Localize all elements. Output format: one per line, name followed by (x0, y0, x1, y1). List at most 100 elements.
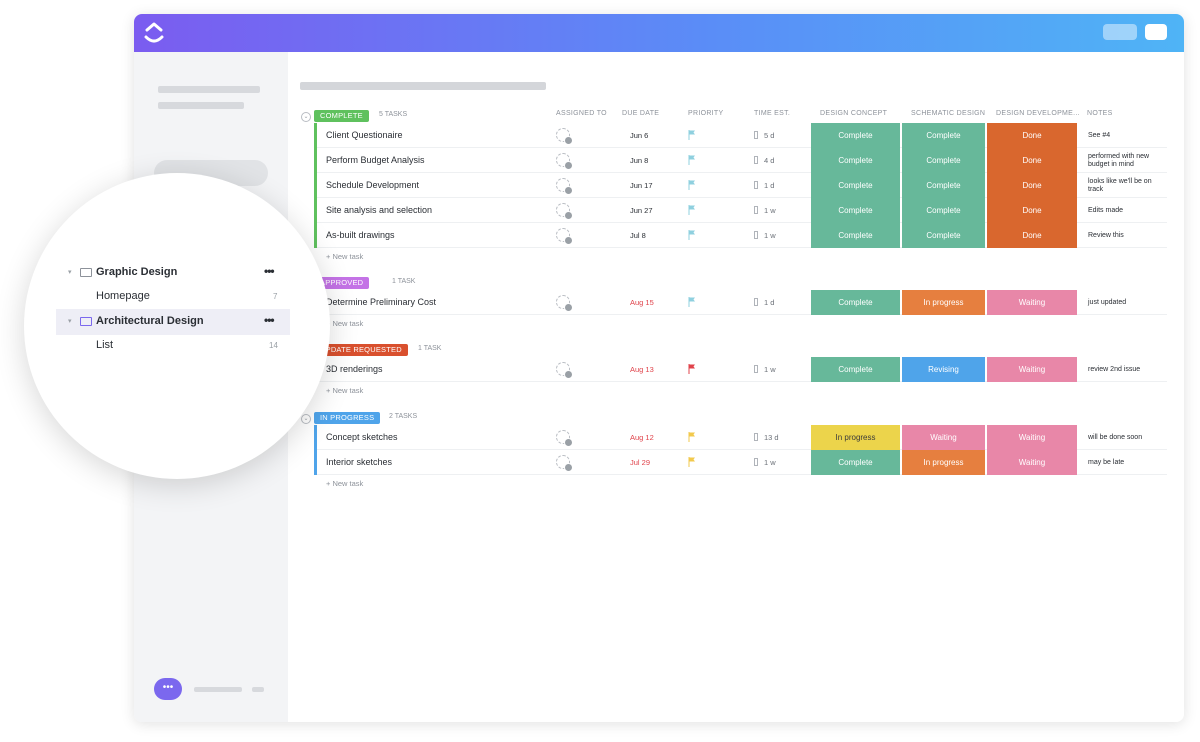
priority-flag-icon[interactable] (688, 457, 696, 467)
design-concept-status[interactable]: Complete (811, 173, 900, 198)
chevron-down-icon[interactable]: ▾ (68, 317, 72, 325)
due-date[interactable]: Jun 27 (630, 206, 653, 215)
task-name[interactable]: Concept sketches (326, 432, 398, 442)
task-row[interactable]: Interior sketches Jul 29 1 w Complete In pro… (314, 450, 1167, 475)
sidebar-list-item[interactable]: Homepage 7 (24, 284, 330, 310)
design-development-status[interactable]: Done (987, 198, 1077, 223)
schematic-design-status[interactable]: Complete (902, 223, 985, 248)
design-development-status[interactable]: Waiting (987, 290, 1077, 315)
assignee-avatar-icon[interactable] (556, 203, 573, 220)
task-note[interactable]: See #4 (1088, 127, 1168, 145)
priority-flag-icon[interactable] (688, 205, 696, 215)
chat-bubble-icon[interactable]: ••• (154, 678, 182, 700)
more-options-icon[interactable]: ••• (264, 264, 275, 278)
task-name[interactable]: Client Questionaire (326, 130, 403, 140)
assignee-avatar-icon[interactable] (556, 295, 573, 312)
task-row[interactable]: Concept sketches Aug 12 13 d In progress Wai… (314, 425, 1167, 450)
design-concept-status[interactable]: Complete (811, 148, 900, 173)
assignee-avatar-icon[interactable] (556, 362, 573, 379)
task-note[interactable]: performed with new budget in mind (1088, 152, 1168, 170)
priority-flag-icon[interactable] (688, 180, 696, 190)
assignee-avatar-icon[interactable] (556, 128, 573, 145)
priority-flag-icon[interactable] (688, 130, 696, 140)
task-note[interactable]: Edits made (1088, 202, 1168, 220)
time-estimate[interactable]: 1 d (754, 298, 774, 307)
task-row[interactable]: Determine Preliminary Cost Aug 15 1 d Compl… (314, 290, 1167, 315)
assignee-avatar-icon[interactable] (556, 178, 573, 195)
sidebar-folder[interactable]: ▾ Architectural Design ••• (56, 309, 290, 335)
new-task-button[interactable]: + New task (326, 252, 363, 261)
assignee-avatar-icon[interactable] (556, 430, 573, 447)
design-concept-status[interactable]: Complete (811, 450, 900, 475)
task-note[interactable]: will be done soon (1088, 429, 1168, 447)
design-concept-status[interactable]: Complete (811, 123, 900, 148)
due-date[interactable]: Aug 15 (630, 298, 654, 307)
priority-flag-icon[interactable] (688, 230, 696, 240)
priority-flag-icon[interactable] (688, 155, 696, 165)
schematic-design-status[interactable]: Complete (902, 123, 985, 148)
task-note[interactable]: Review this (1088, 227, 1168, 245)
design-development-status[interactable]: Done (987, 123, 1077, 148)
time-estimate[interactable]: 13 d (754, 433, 779, 442)
time-estimate[interactable]: 1 d (754, 181, 774, 190)
task-row[interactable]: 3D renderings Aug 13 1 w Complete Revising Wa… (314, 357, 1167, 382)
schematic-design-status[interactable]: Complete (902, 173, 985, 198)
task-note[interactable]: looks like we'll be on track (1088, 177, 1168, 195)
task-name[interactable]: Site analysis and selection (326, 205, 432, 215)
assignee-avatar-icon[interactable] (556, 153, 573, 170)
topbar-action-button[interactable] (1103, 24, 1137, 40)
schematic-design-status[interactable]: Waiting (902, 425, 985, 450)
task-row[interactable]: Site analysis and selection Jun 27 1 w Comp… (314, 198, 1167, 223)
time-estimate[interactable]: 1 w (754, 458, 776, 467)
design-concept-status[interactable]: Complete (811, 198, 900, 223)
collapse-icon[interactable]: ⌄ (301, 112, 311, 122)
sidebar-list-item[interactable]: List 14 (24, 333, 330, 359)
design-development-status[interactable]: Waiting (987, 425, 1077, 450)
due-date[interactable]: Jul 8 (630, 231, 646, 240)
schematic-design-status[interactable]: Complete (902, 198, 985, 223)
design-concept-status[interactable]: Complete (811, 223, 900, 248)
time-estimate[interactable]: 1 w (754, 231, 776, 240)
design-development-status[interactable]: Waiting (987, 450, 1077, 475)
task-row[interactable]: As-built drawings Jul 8 1 w Complete Complet… (314, 223, 1167, 248)
design-development-status[interactable]: Done (987, 173, 1077, 198)
more-options-icon[interactable]: ••• (264, 313, 275, 327)
schematic-design-status[interactable]: In progress (902, 290, 985, 315)
topbar-profile-button[interactable] (1145, 24, 1167, 40)
task-row[interactable]: Client Questionaire Jun 6 5 d Complete Compl… (314, 123, 1167, 148)
sidebar-folder[interactable]: ▾ Graphic Design ••• (24, 260, 330, 286)
task-row[interactable]: Perform Budget Analysis Jun 8 4 d Complete C… (314, 148, 1167, 173)
priority-flag-icon[interactable] (688, 297, 696, 307)
due-date[interactable]: Jun 6 (630, 131, 648, 140)
new-task-button[interactable]: + New task (326, 319, 363, 328)
due-date[interactable]: Jul 29 (630, 458, 650, 467)
time-estimate[interactable]: 1 w (754, 206, 776, 215)
task-name[interactable]: As-built drawings (326, 230, 395, 240)
group-status-badge[interactable]: COMPLETE (314, 110, 369, 122)
schematic-design-status[interactable]: Revising (902, 357, 985, 382)
task-note[interactable]: may be late (1088, 454, 1168, 472)
time-estimate[interactable]: 5 d (754, 131, 774, 140)
design-development-status[interactable]: Waiting (987, 357, 1077, 382)
clickup-logo-icon[interactable] (142, 20, 166, 46)
time-estimate[interactable]: 4 d (754, 156, 774, 165)
task-note[interactable]: review 2nd issue (1088, 361, 1168, 379)
chevron-down-icon[interactable]: ▾ (68, 268, 72, 276)
design-concept-status[interactable]: Complete (811, 290, 900, 315)
group-status-badge[interactable]: IN PROGRESS (314, 412, 381, 424)
assignee-avatar-icon[interactable] (556, 228, 573, 245)
priority-flag-icon[interactable] (688, 364, 696, 374)
new-task-button[interactable]: + New task (326, 386, 363, 395)
due-date[interactable]: Aug 12 (630, 433, 654, 442)
new-task-button[interactable]: + New task (326, 479, 363, 488)
schematic-design-status[interactable]: Complete (902, 148, 985, 173)
task-name[interactable]: Schedule Development (326, 180, 419, 190)
due-date[interactable]: Jun 17 (630, 181, 653, 190)
task-name[interactable]: Perform Budget Analysis (326, 155, 425, 165)
priority-flag-icon[interactable] (688, 432, 696, 442)
collapse-icon[interactable]: ⌄ (301, 414, 311, 424)
design-concept-status[interactable]: Complete (811, 357, 900, 382)
assignee-avatar-icon[interactable] (556, 455, 573, 472)
task-note[interactable]: just updated (1088, 294, 1168, 312)
design-concept-status[interactable]: In progress (811, 425, 900, 450)
